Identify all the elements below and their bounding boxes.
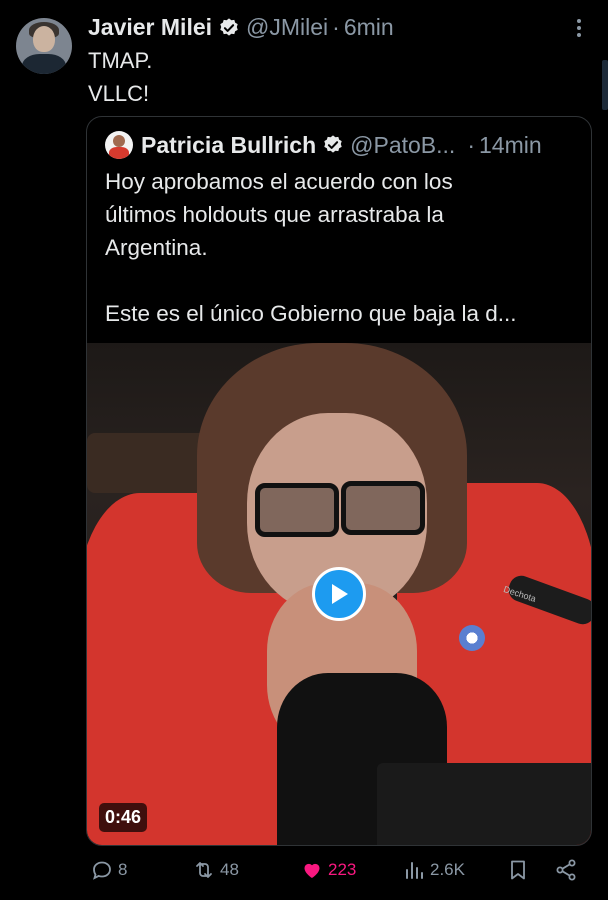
author-handle[interactable]: @JMilei [246, 14, 328, 41]
quote-text-line: Argentina. [105, 235, 208, 260]
views-button[interactable]: 2.6K [402, 858, 465, 882]
play-icon[interactable] [312, 567, 366, 621]
reply-icon [93, 861, 111, 880]
like-button[interactable]: 223 [300, 858, 356, 882]
views-count: 2.6K [430, 860, 465, 879]
like-icon [304, 863, 320, 878]
repost-icon [196, 862, 212, 878]
author-name[interactable]: Javier Milei [88, 14, 212, 41]
repost-button[interactable]: 48 [192, 858, 239, 882]
video-laptop [377, 763, 591, 845]
quote-text-line: Hoy aprobamos el acuerdo con los [105, 169, 453, 194]
separator-dot: · [332, 14, 340, 40]
quoted-post[interactable]: Patricia Bullrich @PatoB... · 14min Hoy … [86, 116, 592, 846]
action-bar: 8 48 223 2.6K [0, 856, 608, 890]
video-figure [341, 481, 425, 535]
quote-header: Patricia Bullrich @PatoB... · 14min [105, 131, 542, 159]
post-time[interactable]: 6min [344, 14, 394, 41]
bookmark-button[interactable] [506, 858, 534, 882]
quote-text-line: últimos holdouts que arrastraba la [105, 202, 444, 227]
video-duration: 0:46 [99, 803, 148, 832]
video-figure [459, 625, 485, 651]
reply-count: 8 [118, 860, 128, 879]
quote-author-avatar[interactable] [105, 131, 133, 159]
like-count: 223 [328, 860, 357, 879]
scrollbar[interactable] [602, 60, 608, 110]
post-header: Javier Milei @JMilei · 6min [88, 14, 394, 41]
share-icon [556, 859, 576, 881]
quote-text-line: Este es el único Gobierno que baja la d.… [105, 301, 517, 326]
post-text-line: TMAP. [88, 48, 153, 73]
repost-count: 48 [220, 860, 239, 879]
verified-icon [220, 17, 238, 36]
separator-dot: · [467, 131, 475, 158]
verified-icon [324, 135, 342, 153]
quote-author-name[interactable]: Patricia Bullrich [141, 132, 316, 159]
views-icon [406, 862, 423, 879]
video-player[interactable]: Dechota 0:46 [87, 343, 591, 845]
video-figure [255, 483, 339, 537]
author-avatar[interactable] [16, 18, 72, 74]
more-icon[interactable] [572, 18, 586, 38]
share-button[interactable] [554, 858, 582, 882]
reply-button[interactable]: 8 [90, 858, 127, 882]
bookmark-icon [511, 860, 525, 880]
quote-author-handle[interactable]: @PatoB... [350, 132, 455, 159]
post-text-line: VLLC! [88, 81, 150, 106]
quote-time[interactable]: 14min [479, 132, 542, 159]
